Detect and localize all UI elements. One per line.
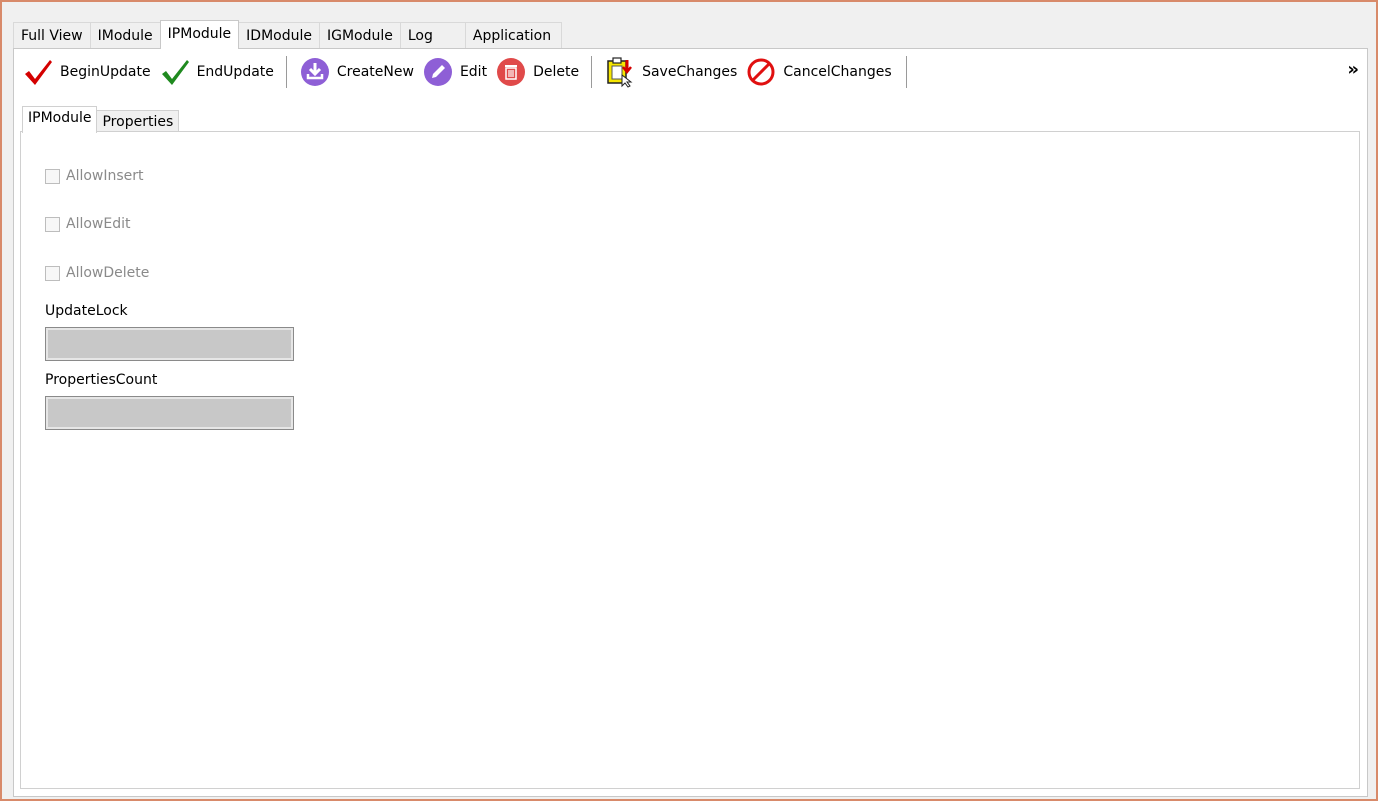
clipboard-save-icon	[604, 56, 636, 88]
top-tab-bar: Full View IModule IPModule IDModule IGMo…	[13, 20, 563, 49]
toolbar-separator	[905, 56, 907, 88]
checkbox-box[interactable]	[45, 216, 60, 232]
checkbox-box[interactable]	[45, 168, 60, 184]
delete-label: Delete	[533, 64, 580, 80]
begin-update-label: BeginUpdate	[60, 64, 151, 80]
edit-label: Edit	[459, 64, 488, 80]
toolbar-separator	[285, 56, 287, 88]
allow-insert-checkbox[interactable]: AllowInsert	[45, 168, 144, 184]
tab-imodule[interactable]: IModule	[89, 22, 161, 48]
create-new-label: CreateNew	[336, 64, 414, 80]
ipmodule-content: BeginUpdate EndUpdate CreateNew Edit Del…	[13, 48, 1368, 797]
delete-button[interactable]: Delete	[491, 56, 583, 88]
cancel-changes-label: CancelChanges	[783, 64, 892, 80]
toolbar-separator	[591, 56, 593, 88]
tab-idmodule[interactable]: IDModule	[238, 22, 320, 48]
begin-update-button[interactable]: BeginUpdate	[18, 56, 155, 88]
allow-insert-label: AllowInsert	[66, 168, 144, 184]
properties-count-field	[45, 396, 294, 430]
update-lock-field	[45, 327, 294, 361]
allow-delete-label: AllowDelete	[66, 265, 150, 281]
end-update-button[interactable]: EndUpdate	[155, 56, 278, 88]
tab-log[interactable]: Log	[399, 22, 466, 48]
tab-full-view[interactable]: Full View	[13, 22, 91, 48]
save-changes-label: SaveChanges	[642, 64, 738, 80]
end-update-label: EndUpdate	[196, 64, 274, 80]
checkbox-box[interactable]	[45, 265, 60, 281]
tab-ipmodule[interactable]: IPModule	[159, 20, 240, 49]
create-new-button[interactable]: CreateNew	[295, 56, 418, 88]
toolbar: BeginUpdate EndUpdate CreateNew Edit Del…	[18, 55, 915, 89]
checkmark-green-icon	[159, 56, 191, 88]
save-changes-button[interactable]: SaveChanges	[600, 56, 741, 88]
checkmark-red-icon	[22, 56, 54, 88]
download-circle-icon	[299, 56, 331, 88]
tab-properties[interactable]: Properties	[96, 110, 180, 132]
toolbar-overflow-button[interactable]: »	[1347, 61, 1359, 79]
prohibited-circle-icon	[745, 56, 777, 88]
tab-igmodule[interactable]: IGModule	[318, 22, 401, 48]
inner-tab-bar: IPModule Properties	[22, 105, 180, 133]
allow-edit-label: AllowEdit	[66, 216, 131, 232]
tab-application[interactable]: Application	[464, 22, 563, 48]
pencil-circle-icon	[422, 56, 454, 88]
trash-circle-icon	[495, 56, 527, 88]
properties-count-label: PropertiesCount	[45, 372, 158, 388]
update-lock-label: UpdateLock	[45, 303, 128, 319]
edit-button[interactable]: Edit	[418, 56, 491, 88]
ipmodule-panel: AllowInsert AllowEdit AllowDelete Update…	[20, 131, 1360, 789]
cancel-changes-button[interactable]: CancelChanges	[741, 56, 895, 88]
module-viewer: Full View IModule IPModule IDModule IGMo…	[9, 10, 1369, 797]
tab-ipmodule-details[interactable]: IPModule	[22, 106, 98, 133]
allow-delete-checkbox[interactable]: AllowDelete	[45, 265, 149, 281]
allow-edit-checkbox[interactable]: AllowEdit	[45, 216, 130, 232]
window-frame: Full View IModule IPModule IDModule IGMo…	[0, 0, 1378, 801]
